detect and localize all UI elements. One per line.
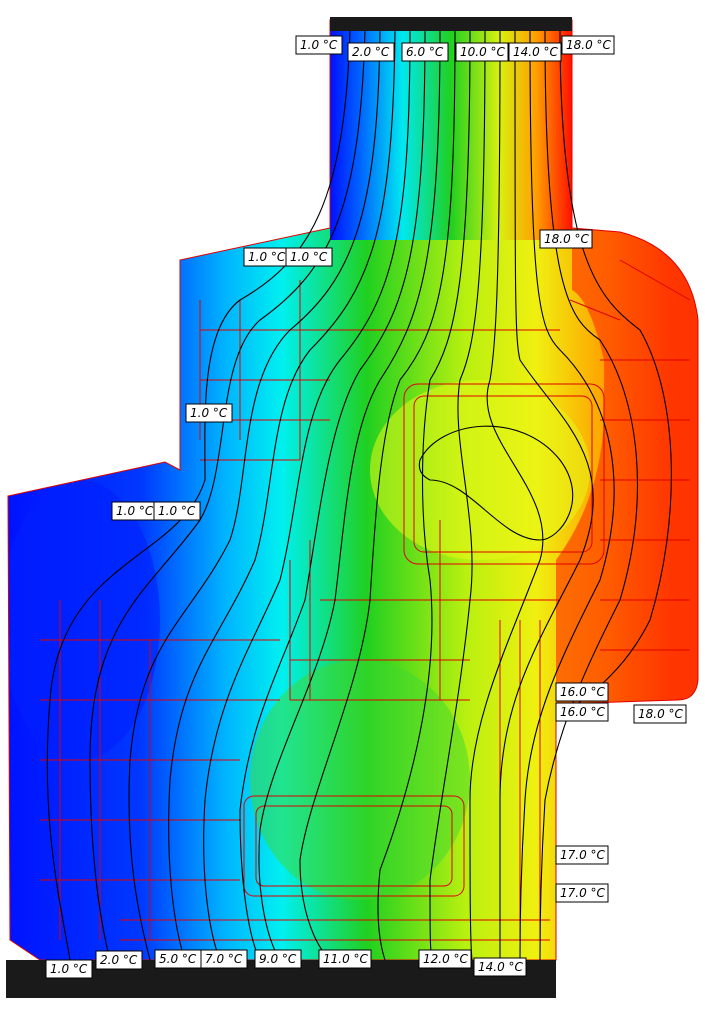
- temp-label-t-top-10: 10.0 °C: [455, 42, 509, 62]
- top-block: [330, 17, 572, 31]
- temp-label-t-right-18a: 18.0 °C: [539, 229, 593, 249]
- temp-label-text: 16.0 °C: [560, 705, 606, 719]
- temp-label-text: 9.0 °C: [259, 952, 297, 966]
- temp-label-t-top-6: 6.0 °C: [401, 42, 449, 62]
- temp-label-t-top-14: 14.0 °C: [508, 42, 562, 62]
- temp-label-text: 16.0 °C: [560, 685, 606, 699]
- temp-label-text: 1.0 °C: [50, 962, 88, 976]
- temp-label-text: 1.0 °C: [300, 38, 338, 52]
- temp-label-text: 11.0 °C: [323, 952, 369, 966]
- temp-label-text: 18.0 °C: [544, 232, 590, 246]
- temp-label-t-top-1: 1.0 °C: [295, 35, 343, 55]
- temp-label-t-bot-7: 7.0 °C: [200, 949, 248, 969]
- temp-label-text: 1.0 °C: [116, 504, 154, 518]
- temp-label-text: 18.0 °C: [638, 707, 684, 721]
- temp-label-t-bot-14: 14.0 °C: [473, 957, 527, 977]
- temp-label-text: 18.0 °C: [566, 38, 612, 52]
- temp-label-t-left-1b: 1.0 °C: [285, 247, 333, 267]
- temp-label-t-right-17a: 17.0 °C: [555, 845, 609, 865]
- temp-label-text: 2.0 °C: [100, 953, 138, 967]
- temp-label-text: 14.0 °C: [513, 45, 559, 59]
- temp-label-text: 14.0 °C: [478, 960, 524, 974]
- temp-label-t-right-16b: 16.0 °C: [555, 702, 609, 722]
- temp-label-text: 1.0 °C: [248, 250, 286, 264]
- temp-label-t-bot-9: 9.0 °C: [254, 949, 302, 969]
- isotherm-diagram: 1.0 °C 2.0 °C 6.0 °C 10.0 °C 14.0 °C 18.0 °C 1…: [6, 17, 699, 998]
- temp-label-text: 2.0 °C: [352, 45, 390, 59]
- temp-label-text: 7.0 °C: [205, 952, 243, 966]
- temp-label-text: 5.0 °C: [159, 952, 197, 966]
- temp-label-text: 17.0 °C: [560, 886, 606, 900]
- temp-label-text: 1.0 °C: [190, 406, 228, 420]
- temp-label-text: 6.0 °C: [406, 45, 444, 59]
- temp-label-text: 12.0 °C: [423, 952, 469, 966]
- temp-label-text: 1.0 °C: [158, 504, 196, 518]
- temp-label-t-left-1a: 1.0 °C: [243, 247, 291, 267]
- temp-label-t-left-1e: 1.0 °C: [153, 501, 201, 521]
- temp-label-t-top-18: 18.0 °C: [561, 35, 615, 55]
- temp-label-t-bot-2: 2.0 °C: [95, 950, 143, 970]
- temp-label-text: 10.0 °C: [460, 45, 506, 59]
- temp-label-t-left-1d: 1.0 °C: [111, 501, 159, 521]
- temp-label-text: 1.0 °C: [290, 250, 328, 264]
- temp-label-t-right-16a: 16.0 °C: [555, 682, 609, 702]
- temp-label-t-bot-11: 11.0 °C: [318, 949, 372, 969]
- temp-label-t-top-2: 2.0 °C: [347, 42, 395, 62]
- temp-label-text: 17.0 °C: [560, 848, 606, 862]
- temp-label-t-bot-1: 1.0 °C: [45, 959, 93, 979]
- temp-label-t-right-18b: 18.0 °C: [633, 704, 687, 724]
- temp-label-t-right-17b: 17.0 °C: [555, 883, 609, 903]
- temp-label-t-left-1c: 1.0 °C: [185, 403, 233, 423]
- temp-label-t-bot-12: 12.0 °C: [418, 949, 472, 969]
- temp-label-t-bot-5: 5.0 °C: [154, 949, 202, 969]
